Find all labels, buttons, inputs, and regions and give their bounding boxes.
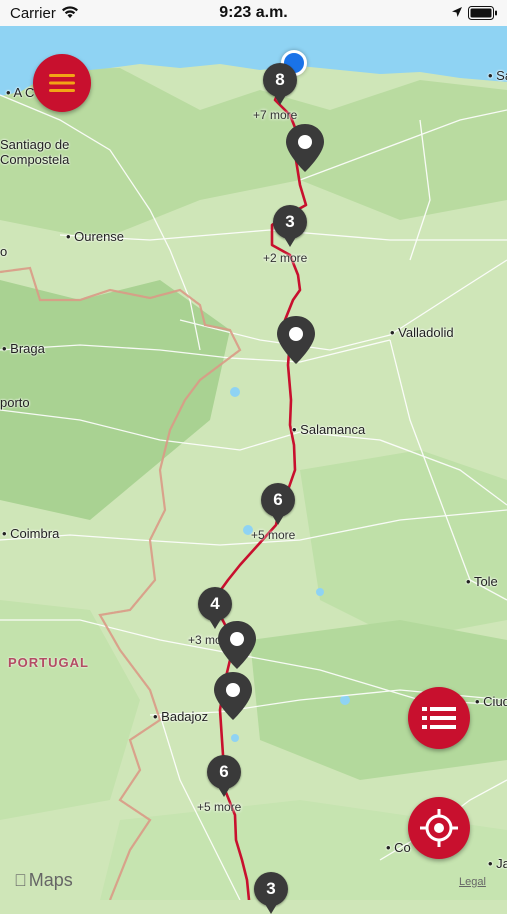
place-coimbra: • Coimbra <box>2 526 60 541</box>
stage-cluster[interactable]: 6 <box>207 755 241 797</box>
list-icon <box>422 707 456 729</box>
place-sa: • Sa <box>488 68 507 83</box>
maps-attribution:  Maps <box>14 870 73 891</box>
place-o: o <box>0 244 8 259</box>
place-porto: porto <box>0 395 30 410</box>
map-pin-icon[interactable] <box>212 670 254 722</box>
cluster-more-label: +5 more <box>251 528 296 542</box>
cluster-more-label: +5 more <box>197 800 242 814</box>
place-badajoz: • Badajoz <box>153 709 209 724</box>
place-valladolid: • Valladolid <box>390 325 454 340</box>
place-ourense: • Ourense <box>66 229 125 244</box>
cluster-more-label: +7 more <box>253 108 298 122</box>
country-label-portugal: PORTUGAL <box>8 655 89 670</box>
apple-logo-icon:  <box>14 871 27 891</box>
stage-cluster[interactable]: 8 <box>263 63 297 105</box>
place-braga: • Braga <box>2 341 45 356</box>
place-salamanca: • Salamanca <box>292 422 366 437</box>
hamburger-icon <box>49 74 75 92</box>
place-santiago: Santiago de Compostela <box>0 137 70 167</box>
maps-brand-label: Maps <box>16 870 73 890</box>
map-canvas[interactable] <box>0 0 507 900</box>
place-ja: • Ja <box>488 856 507 871</box>
place-co: • Co <box>386 840 411 855</box>
stage-cluster[interactable]: 3 <box>273 205 307 247</box>
stage-cluster[interactable]: 6 <box>261 483 295 525</box>
stage-cluster[interactable]: 3 <box>254 872 288 914</box>
place-a-coruna: • A C <box>6 85 35 100</box>
legal-link[interactable]: Legal <box>459 876 486 888</box>
map-pin-icon[interactable] <box>216 619 258 671</box>
battery-icon <box>468 6 497 20</box>
stage-cluster[interactable]: 4 <box>198 587 232 629</box>
cluster-more-label: +2 more <box>263 251 308 265</box>
locate-me-button[interactable] <box>408 797 470 859</box>
place-ciudad: • Ciud <box>475 694 507 709</box>
map-pin-icon[interactable] <box>284 122 326 174</box>
stages-list-button[interactable] <box>408 687 470 749</box>
place-toledo: • Tole <box>466 574 498 589</box>
crosshair-icon <box>420 809 458 847</box>
menu-button[interactable] <box>33 54 91 112</box>
status-bar: Carrier 9:23 a.m. <box>0 0 507 26</box>
map-pin-icon[interactable] <box>275 314 317 366</box>
clock: 9:23 a.m. <box>219 4 288 21</box>
location-arrow-icon <box>452 7 462 17</box>
